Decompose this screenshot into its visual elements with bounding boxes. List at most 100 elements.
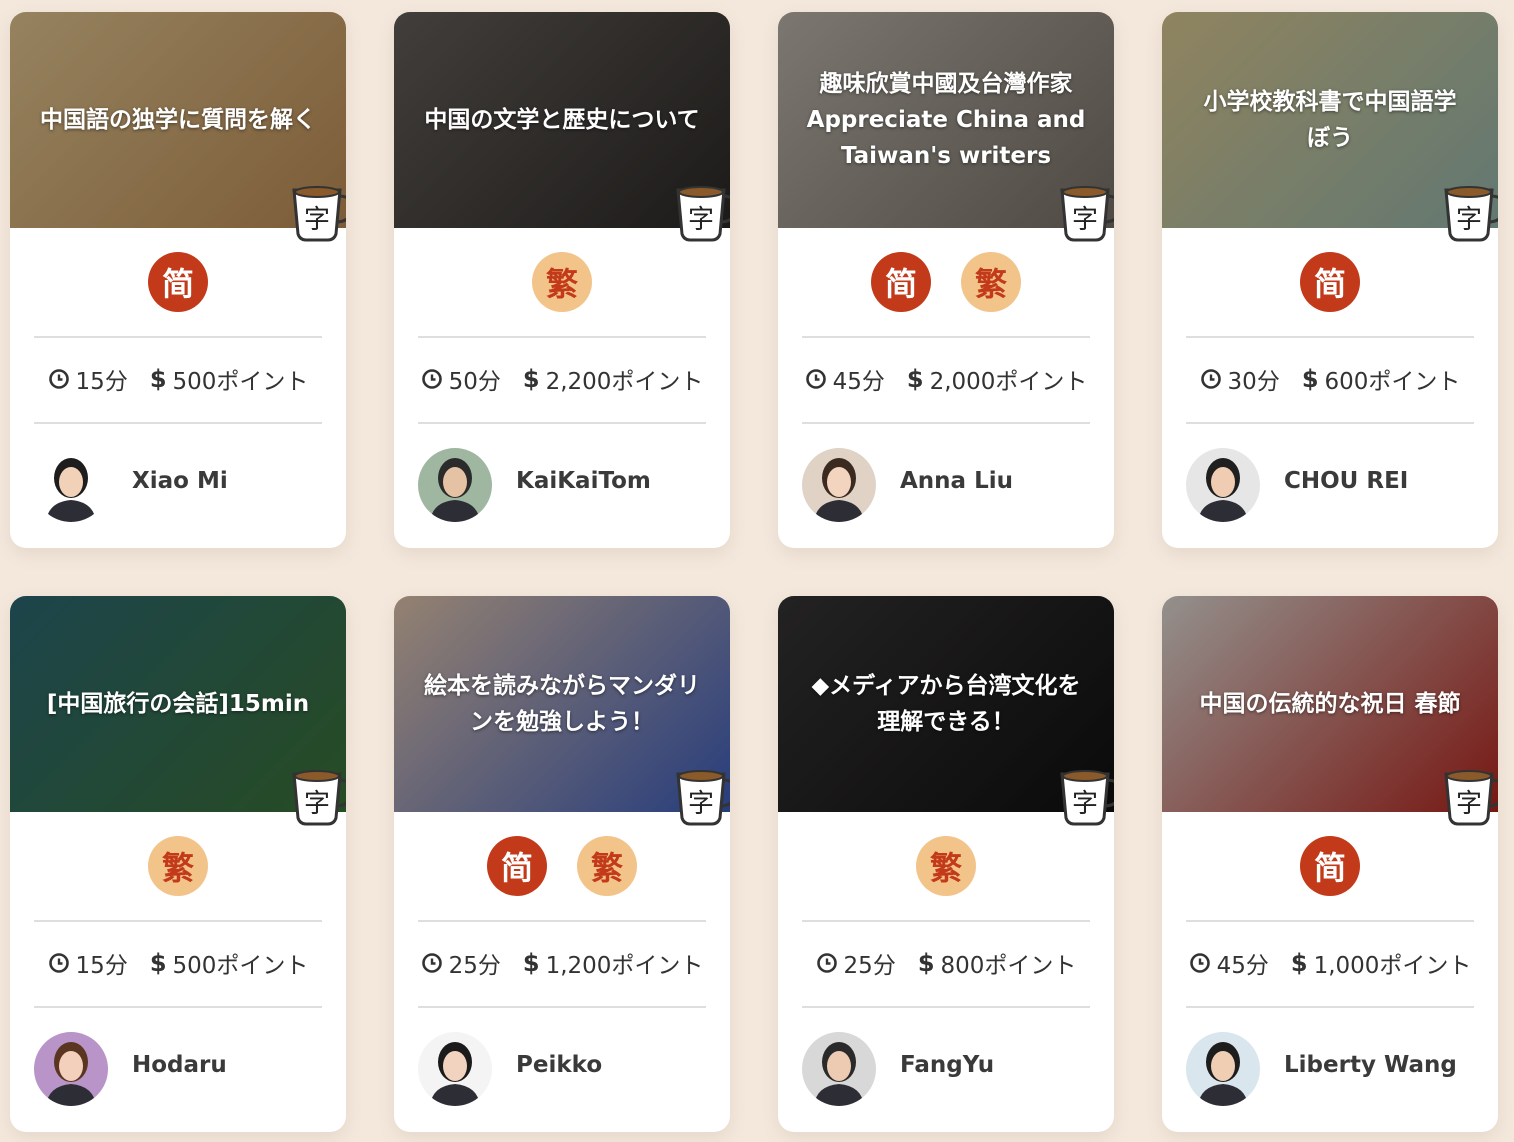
divider [802,422,1090,424]
simplified-badge: 简 [871,252,931,312]
lesson-card[interactable]: [中国旅行の会話]15min 字繁 15分 $500ポイント Hodaru [10,596,346,1132]
svg-text:字: 字 [688,205,714,235]
coffee-mug-icon: 字 [1054,756,1114,828]
divider [1186,1006,1474,1008]
teacher-name[interactable]: CHOU REI [1284,468,1408,494]
lesson-price: 1,200ポイント [545,953,704,979]
lesson-price: 2,200ポイント [545,369,704,395]
script-badges: 简 [10,252,346,314]
clock-icon [1189,952,1211,974]
script-badges: 繁 [10,836,346,898]
simplified-badge: 简 [1300,836,1360,896]
lesson-duration: 50分 [448,369,501,395]
divider [1186,422,1474,424]
divider [802,1006,1090,1008]
lesson-card[interactable]: 中国の文学と歴史について字繁 50分 $2,200ポイント KaiKaiTom [394,12,730,548]
coffee-mug-icon: 字 [1054,172,1114,244]
lesson-meta: 30分 $600ポイント [1162,357,1498,401]
svg-text:字: 字 [304,789,330,819]
simplified-badge: 简 [487,836,547,896]
lesson-title: 絵本を読みながらマンダリ ンを勉強しよう！ [424,673,700,735]
coffee-mug-icon: 字 [670,172,730,244]
lesson-meta: 25分 $800ポイント [778,941,1114,985]
lesson-meta: 15分 $500ポイント [10,357,346,401]
clock-icon [48,368,70,390]
lesson-meta: 15分 $500ポイント [10,941,346,985]
teacher-name[interactable]: FangYu [900,1052,994,1078]
script-badges: 简 [1162,252,1498,314]
lesson-title: ◆メディアから台湾文化を 理解できる！ [811,673,1081,735]
teacher-avatar[interactable] [1186,448,1260,522]
divider [802,920,1090,922]
lesson-card[interactable]: 小学校教科書で中国語学 ぼう字简 30分 $600ポイント CHOU REI [1162,12,1498,548]
clock-icon [421,368,443,390]
divider [418,336,706,338]
lesson-meta: 45分 $1,000ポイント [1162,941,1498,985]
traditional-badge: 繁 [916,836,976,896]
divider [418,920,706,922]
lesson-duration: 15分 [75,953,128,979]
teacher-avatar[interactable] [418,448,492,522]
teacher-avatar[interactable] [34,448,108,522]
divider [418,1006,706,1008]
lesson-price: 2,000ポイント [929,369,1088,395]
clock-icon [48,952,70,974]
teacher-avatar[interactable] [418,1032,492,1106]
lesson-title: 中国の伝統的な祝日 春節 [1199,691,1461,717]
teacher-avatar[interactable] [802,448,876,522]
simplified-badge: 简 [1300,252,1360,312]
lesson-title: [中国旅行の会話]15min [46,691,310,717]
lesson-card[interactable]: ◆メディアから台湾文化を 理解できる！ 字繁 25分 $800ポイント FangYu [778,596,1114,1132]
divider [34,1006,322,1008]
lesson-card[interactable]: 絵本を読みながらマンダリ ンを勉強しよう！ 字简繁 25分 $1,200ポイント Pei… [394,596,730,1132]
lesson-price: 600ポイント [1324,369,1461,395]
script-badges: 简繁 [394,836,730,898]
lesson-title: 中国の文学と歴史について [424,107,700,133]
teacher-avatar[interactable] [34,1032,108,1106]
lesson-duration: 45分 [1216,953,1269,979]
dollar-icon: $ [917,949,935,977]
teacher-name[interactable]: Liberty Wang [1284,1052,1457,1078]
divider [1186,336,1474,338]
dollar-icon: $ [522,365,540,393]
clock-icon [805,368,827,390]
teacher-name[interactable]: Xiao Mi [132,468,228,494]
divider [802,336,1090,338]
lesson-duration: 45分 [832,369,885,395]
dollar-icon: $ [522,949,540,977]
lesson-card[interactable]: 趣味欣賞中國及台灣作家 Appreciate China and Taiwan'… [778,12,1114,548]
lesson-title: 趣味欣賞中國及台灣作家 Appreciate China and Taiwan'… [806,71,1086,169]
coffee-mug-icon: 字 [286,172,346,244]
coffee-mug-icon: 字 [286,756,346,828]
svg-text:字: 字 [1456,789,1482,819]
teacher-avatar[interactable] [802,1032,876,1106]
script-badges: 简繁 [778,252,1114,314]
lesson-price: 800ポイント [940,953,1077,979]
teacher-name[interactable]: KaiKaiTom [516,468,651,494]
divider [418,422,706,424]
dollar-icon: $ [1290,949,1308,977]
teacher-name[interactable]: Anna Liu [900,468,1013,494]
script-badges: 简 [1162,836,1498,898]
lesson-card[interactable]: 中国の伝統的な祝日 春節字简 45分 $1,000ポイント Liberty Wang [1162,596,1498,1132]
divider [34,920,322,922]
lesson-duration: 30分 [1227,369,1280,395]
lesson-card[interactable]: 中国語の独学に質問を解く字简 15分 $500ポイント Xiao Mi [10,12,346,548]
svg-text:字: 字 [304,205,330,235]
divider [1186,920,1474,922]
svg-text:字: 字 [1072,205,1098,235]
svg-text:字: 字 [688,789,714,819]
divider [34,422,322,424]
simplified-badge: 简 [148,252,208,312]
lesson-grid: 中国語の独学に質問を解く字简 15分 $500ポイント Xiao Mi 中国の文学と歴史… [0,0,1514,1142]
lesson-price: 1,000ポイント [1313,953,1472,979]
clock-icon [421,952,443,974]
teacher-name[interactable]: Hodaru [132,1052,227,1078]
dollar-icon: $ [906,365,924,393]
teacher-avatar[interactable] [1186,1032,1260,1106]
traditional-badge: 繁 [961,252,1021,312]
coffee-mug-icon: 字 [1438,172,1498,244]
script-badges: 繁 [778,836,1114,898]
lesson-meta: 45分 $2,000ポイント [778,357,1114,401]
teacher-name[interactable]: Peikko [516,1052,602,1078]
